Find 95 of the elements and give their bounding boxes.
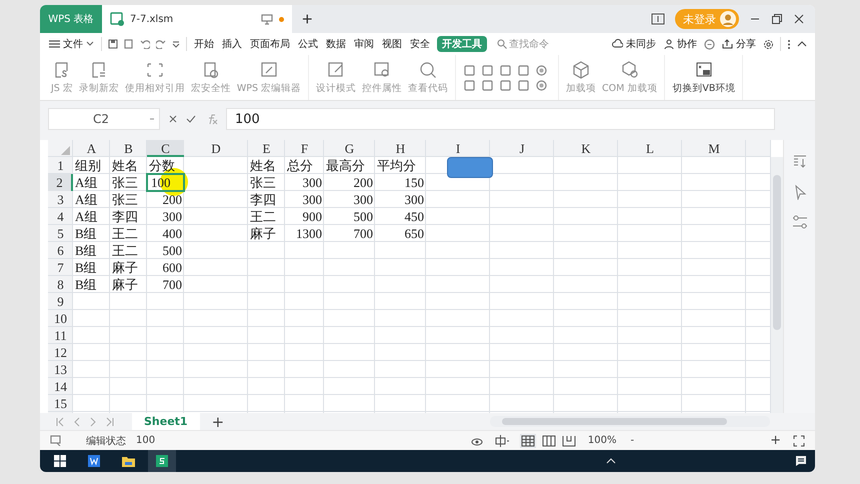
table-cell[interactable]: A组	[73, 191, 110, 208]
table-cell[interactable]: B组	[73, 225, 110, 242]
column-header[interactable]: M	[682, 140, 746, 157]
column-header[interactable]: L	[618, 140, 682, 157]
table-cell[interactable]: B组	[73, 242, 110, 259]
sheet-tab[interactable]: Sheet1	[132, 413, 200, 430]
row-header[interactable]: 3	[48, 191, 73, 208]
ribbon-tab[interactable]: 页面布局	[249, 36, 291, 52]
ribbon-tab[interactable]: 数据	[325, 36, 347, 52]
table-cell[interactable]: B组	[73, 276, 110, 293]
table-cell[interactable]: 王二	[110, 225, 147, 242]
row-header[interactable]: 12	[48, 344, 73, 361]
table-cell[interactable]: 总分	[285, 157, 324, 174]
table-cell[interactable]: 麻子	[110, 259, 147, 276]
table-cell[interactable]: 张三	[248, 174, 285, 191]
table-cell[interactable]: 麻子	[110, 276, 147, 293]
row-header[interactable]: 9	[48, 293, 73, 310]
table-cell[interactable]: 平均分	[375, 157, 426, 174]
table-cell[interactable]: 150	[375, 174, 426, 191]
formula-input[interactable]: 100	[226, 108, 775, 130]
zoom-level[interactable]: 100%	[586, 435, 618, 446]
table-cell[interactable]: 300	[285, 191, 324, 208]
table-cell[interactable]: 300	[375, 191, 426, 208]
table-cell[interactable]: 300	[285, 174, 324, 191]
row-header[interactable]: 6	[48, 242, 73, 259]
table-cell[interactable]: 组别	[73, 157, 110, 174]
column-header[interactable]: H	[375, 140, 426, 157]
status-text: 编辑状态	[86, 434, 126, 448]
table-cell[interactable]: 姓名	[248, 157, 285, 174]
row-header[interactable]: 13	[48, 361, 73, 378]
row-header[interactable]: 1	[48, 157, 73, 174]
column-header[interactable]: I	[426, 140, 490, 157]
table-cell[interactable]: 李四	[248, 191, 285, 208]
table-cell[interactable]: 500	[147, 242, 184, 259]
table-cell[interactable]: 900	[285, 208, 324, 225]
column-header[interactable]: D	[184, 140, 248, 157]
table-cell[interactable]: A组	[73, 174, 110, 191]
ribbon-tab[interactable]: 视图	[381, 36, 403, 52]
add-sheet-button[interactable]: +	[210, 413, 226, 430]
table-cell[interactable]: 650	[375, 225, 426, 242]
table-cell[interactable]: 1300	[285, 225, 324, 242]
ribbon-button[interactable]: 切换到VB环境	[669, 60, 738, 95]
table-cell[interactable]: 张三	[110, 174, 147, 191]
table-cell[interactable]: 450	[375, 208, 426, 225]
table-cell[interactable]: 王二	[248, 208, 285, 225]
row-header[interactable]: 5	[48, 225, 73, 242]
row-header[interactable]: 8	[48, 276, 73, 293]
table-cell[interactable]: A组	[73, 208, 110, 225]
table-cell[interactable]: 分数	[147, 157, 184, 174]
column-header[interactable]: E	[248, 140, 285, 157]
document-tab[interactable]: 7-7.xlsm	[102, 5, 292, 33]
name-box[interactable]: C2	[48, 108, 160, 130]
new-tab-button[interactable]: +	[292, 5, 323, 33]
ribbon-tab[interactable]: 审阅	[353, 36, 375, 52]
table-cell[interactable]: 最高分	[324, 157, 375, 174]
ribbon-tab[interactable]: 开始	[193, 36, 215, 52]
table-cell[interactable]: 700	[324, 225, 375, 242]
table-cell[interactable]: 姓名	[110, 157, 147, 174]
table-cell[interactable]: 300	[147, 208, 184, 225]
column-header[interactable]: G	[324, 140, 375, 157]
table-cell[interactable]: 700	[147, 276, 184, 293]
ribbon-tab[interactable]: 插入	[221, 36, 243, 52]
table-cell[interactable]: 麻子	[248, 225, 285, 242]
toolbar-button[interactable]: 协作	[663, 36, 698, 52]
ribbon-tab[interactable]: 安全	[409, 36, 431, 52]
table-cell[interactable]: 200	[147, 191, 184, 208]
column-header[interactable]: A	[73, 140, 110, 157]
table-cell[interactable]: 200	[324, 174, 375, 191]
column-header[interactable]: C	[147, 140, 184, 157]
column-header[interactable]: F	[285, 140, 324, 157]
table-cell[interactable]: 李四	[110, 208, 147, 225]
row-header[interactable]: 2	[48, 174, 73, 191]
column-header[interactable]: B	[110, 140, 147, 157]
file-menu[interactable]: 文件	[48, 36, 95, 52]
table-cell[interactable]: B组	[73, 259, 110, 276]
column-header[interactable]: K	[554, 140, 618, 157]
status-value: 100	[136, 435, 156, 446]
table-cell[interactable]: 600	[147, 259, 184, 276]
zoom-out-button[interactable]: -	[628, 435, 636, 446]
row-header[interactable]: 4	[48, 208, 73, 225]
table-cell[interactable]: 400	[147, 225, 184, 242]
column-header[interactable]: J	[490, 140, 554, 157]
row-header[interactable]: 15	[48, 395, 73, 412]
toolbar-button[interactable]: 分享	[721, 36, 757, 52]
toolbar-button[interactable]: 未同步	[611, 36, 657, 52]
table-cell[interactable]: 张三	[110, 191, 147, 208]
table-cell[interactable]: 300	[324, 191, 375, 208]
row-header[interactable]: 11	[48, 327, 73, 344]
table-cell[interactable]: 王二	[110, 242, 147, 259]
zoom-in-button[interactable]: +	[768, 433, 783, 448]
row-header[interactable]: 14	[48, 378, 73, 395]
row-header[interactable]: 10	[48, 310, 73, 327]
table-cell[interactable]: 500	[324, 208, 375, 225]
row-header[interactable]: 7	[48, 259, 73, 276]
ribbon-tab[interactable]: 公式	[297, 36, 319, 52]
